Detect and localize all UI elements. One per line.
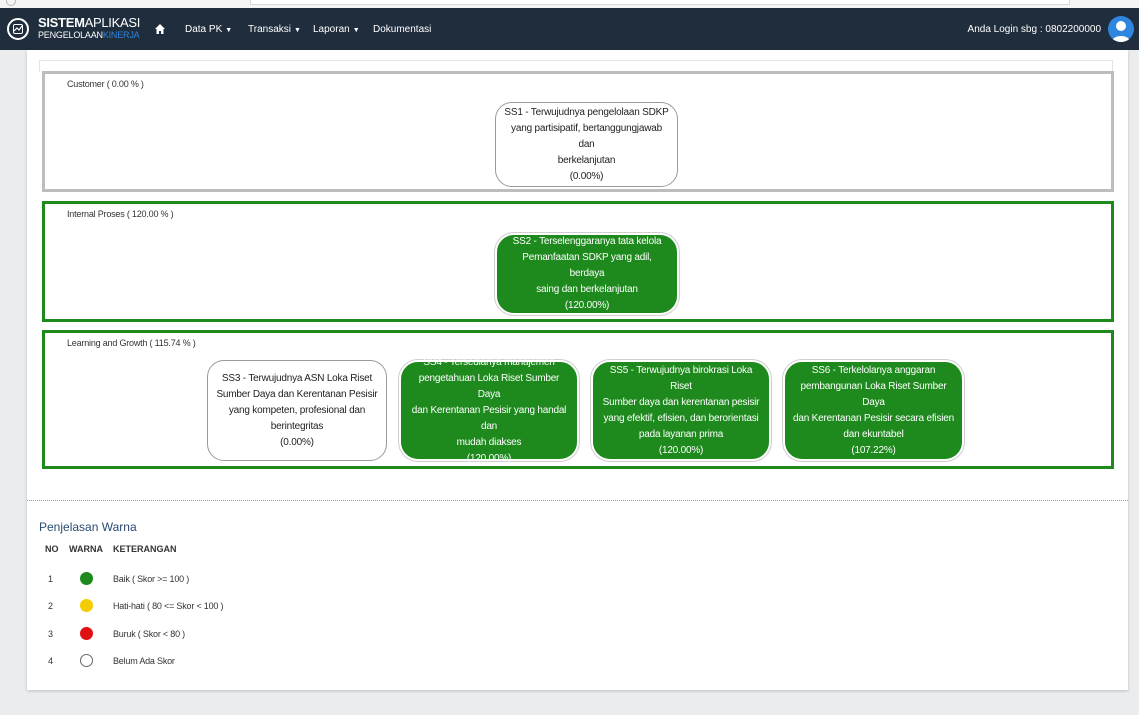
goal-score: (120.00%)	[466, 452, 512, 464]
nav-transaksi-label: Transaksi	[248, 24, 291, 35]
empty-dot-icon	[80, 654, 93, 667]
login-info: Anda Login sbg : 0802200000	[967, 24, 1101, 35]
legend-no: 3	[48, 629, 54, 639]
legend-header-warna: WARNA	[69, 544, 103, 554]
goal-line: berintegritas	[270, 420, 324, 432]
goal-score: (120.00%)	[564, 300, 610, 311]
goal-line: pengetahuan Loka Riset Sumber Daya	[418, 372, 560, 400]
nav-dokumentasi[interactable]: Dokumentasi	[373, 24, 431, 35]
goal-ss6[interactable]: SS6 - Terkelolanya anggaran pembangunan …	[785, 362, 962, 459]
goal-ss2[interactable]: SS2 - Terselenggaranya tata kelola Peman…	[497, 235, 677, 313]
nav-dokumentasi-label: Dokumentasi	[373, 24, 432, 35]
goal-line: yang partisipatif, bertanggungjawab dan	[511, 122, 662, 150]
main-panel: Customer ( 0.00 % ) SS1 - Terwujudnya pe…	[27, 50, 1128, 690]
brand-sub-a: PENGELOLAAN	[38, 30, 103, 40]
chevron-down-icon: ▼	[293, 27, 301, 34]
legend-header-keterangan: KETERANGAN	[113, 544, 177, 554]
goal-line: SS6 - Terkelolanya anggaran	[811, 364, 936, 376]
legend-row: 2 Hati-hati ( 80 <= Skor < 100 )	[27, 599, 427, 619]
perspective-customer: Customer ( 0.00 % ) SS1 - Terwujudnya pe…	[42, 71, 1114, 192]
brand-bold: SISTEM	[38, 15, 85, 30]
app-logo-icon[interactable]	[7, 18, 29, 40]
red-dot-icon	[80, 627, 93, 640]
yellow-dot-icon	[80, 599, 93, 612]
goal-line: saing dan berkelanjutan	[536, 284, 638, 295]
goal-line: pada layanan prima	[638, 428, 724, 440]
chevron-down-icon: ▼	[225, 27, 233, 34]
browser-address-bar[interactable]	[250, 0, 1070, 5]
goal-line: mudah diakses	[456, 436, 522, 448]
browser-info-icon	[6, 0, 16, 6]
goal-line: SS5 - Terwujudnya birokrasi Loka Riset	[609, 364, 753, 392]
chevron-down-icon: ▼	[352, 27, 360, 34]
nav-transaksi[interactable]: Transaksi ▼	[248, 24, 301, 35]
home-icon[interactable]	[154, 23, 166, 35]
goal-score: (0.00%)	[280, 436, 314, 448]
goal-line: Sumber Daya dan Kerentanan Pesisir	[216, 388, 378, 400]
perspective-label: Customer ( 0.00 % )	[67, 79, 144, 89]
section-divider	[27, 500, 1128, 501]
top-navbar: SISTEMAPLIKASI PENGELOLAANKINERJA Data P…	[0, 8, 1139, 50]
nav-data-pk-label: Data PK	[185, 24, 223, 35]
legend-no: 1	[48, 574, 54, 584]
legend-title: Penjelasan Warna	[39, 520, 137, 534]
perspective-learning-growth: Learning and Growth ( 115.74 % ) SS3 - T…	[42, 330, 1114, 469]
goal-score: (0.00%)	[569, 170, 604, 182]
goal-score: (120.00%)	[658, 444, 704, 456]
nav-laporan[interactable]: Laporan ▼	[313, 24, 360, 35]
perspective-label: Learning and Growth ( 115.74 % )	[67, 338, 196, 348]
legend-header-no: NO	[45, 544, 59, 554]
goal-line: Sumber daya dan kerentanan pesisir	[602, 396, 760, 408]
legend-no: 4	[48, 656, 54, 666]
goal-line: SS4 - Tersedianya manajemen	[423, 356, 555, 368]
brand-sub-b: KINERJA	[102, 30, 140, 40]
legend-row: 3 Buruk ( Skor < 80 )	[27, 627, 427, 647]
goal-line: dan Kerentanan Pesisir yang handal dan	[411, 404, 567, 432]
goal-line: SS1 - Terwujudnya pengelolaan SDKP	[504, 106, 669, 118]
green-dot-icon	[80, 572, 93, 585]
app-brand[interactable]: SISTEMAPLIKASI PENGELOLAANKINERJA	[38, 16, 140, 40]
goal-line: SS2 - Terselenggaranya tata kelola	[512, 236, 662, 247]
brand-light: APLIKASI	[84, 15, 141, 30]
goal-line: SS3 - Terwujudnya ASN Loka Riset	[221, 372, 373, 384]
goal-line: yang kompeten, profesional dan	[228, 404, 366, 416]
goal-ss5[interactable]: SS5 - Terwujudnya birokrasi Loka Riset S…	[593, 362, 769, 459]
goal-line: berkelanjutan	[557, 154, 616, 166]
legend-text: Baik ( Skor >= 100 )	[113, 574, 190, 584]
legend-row: 4 Belum Ada Skor	[27, 654, 427, 674]
goal-line: Pemanfaatan SDKP yang adil, berdaya	[522, 252, 652, 279]
user-avatar-icon[interactable]	[1108, 16, 1134, 42]
goal-line: yang efektif, efisien, dan berorientasi	[603, 412, 759, 424]
goal-line: dan ekuntabel	[843, 428, 904, 440]
legend-text: Buruk ( Skor < 80 )	[113, 629, 185, 639]
goal-ss1[interactable]: SS1 - Terwujudnya pengelolaan SDKP yang …	[495, 102, 678, 187]
perspective-internal-proses: Internal Proses ( 120.00 % ) SS2 - Terse…	[42, 201, 1114, 322]
goal-score: (107.22%)	[851, 444, 896, 456]
goal-ss4[interactable]: SS4 - Tersedianya manajemen pengetahuan …	[401, 357, 577, 464]
goal-line: pembangunan Loka Riset Sumber Daya	[800, 380, 947, 408]
goal-line: dan Kerentanan Pesisir secara efisien	[792, 412, 955, 424]
nav-laporan-label: Laporan	[313, 24, 350, 35]
nav-data-pk[interactable]: Data PK ▼	[185, 24, 232, 35]
legend-text: Hati-hati ( 80 <= Skor < 100 )	[113, 601, 224, 611]
legend-no: 2	[48, 601, 54, 611]
legend-text: Belum Ada Skor	[113, 656, 175, 666]
goal-ss3[interactable]: SS3 - Terwujudnya ASN Loka Riset Sumber …	[207, 360, 387, 461]
legend-row: 1 Baik ( Skor >= 100 )	[27, 572, 427, 592]
browser-strip	[0, 0, 1139, 8]
perspective-label: Internal Proses ( 120.00 % )	[67, 209, 174, 219]
